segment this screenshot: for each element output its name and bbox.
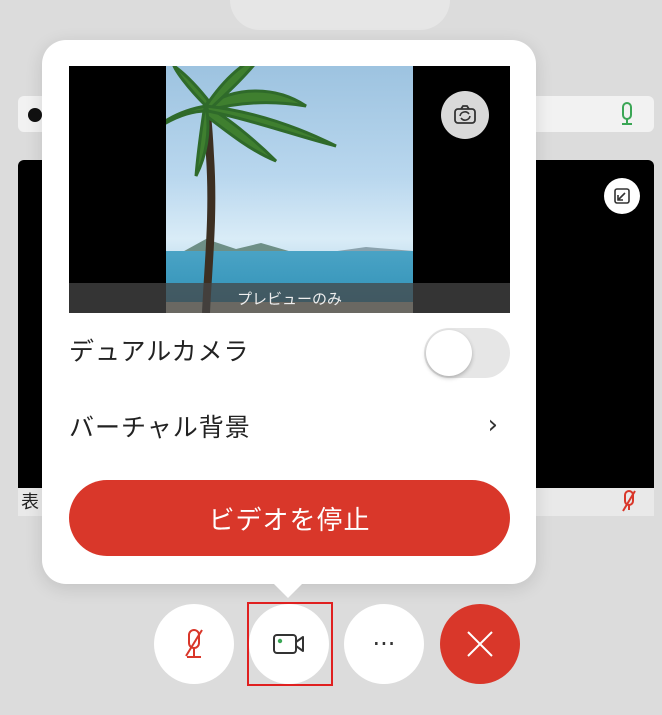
stop-video-button[interactable]: ビデオを停止	[69, 480, 510, 556]
dual-camera-row: デュアルカメラ	[69, 320, 510, 380]
expand-icon[interactable]	[604, 178, 640, 214]
more-button[interactable]: ···	[344, 604, 424, 684]
dual-camera-label: デュアルカメラ	[69, 337, 250, 366]
mic-muted-icon	[622, 490, 636, 512]
chevron-right-icon: ›	[487, 410, 498, 440]
mute-button[interactable]	[154, 604, 234, 684]
dual-camera-toggle[interactable]	[424, 328, 510, 378]
virtual-background-row[interactable]: バーチャル背景 ›	[69, 396, 510, 456]
preview-only-label: プレビューのみ	[69, 283, 510, 313]
resize-icon	[614, 188, 630, 204]
preview-image	[166, 66, 413, 313]
camera-preview: プレビューのみ	[69, 66, 510, 313]
toggle-knob	[426, 330, 472, 376]
switch-camera-button[interactable]	[441, 91, 489, 139]
switch-camera-icon	[454, 105, 476, 124]
participant-name: 表	[21, 492, 39, 513]
popover-tail	[272, 582, 304, 598]
highlight-box	[247, 602, 333, 686]
status-dot	[28, 108, 42, 122]
top-bubble	[230, 0, 450, 30]
more-icon: ···	[372, 630, 396, 658]
close-icon	[467, 631, 493, 657]
video-options-popover: プレビューのみ デュアルカメラ バーチャル背景 › ビデオを停止	[42, 40, 536, 584]
virtual-background-label: バーチャル背景	[69, 413, 251, 442]
mic-on-icon	[622, 102, 632, 125]
end-call-button[interactable]	[440, 604, 520, 684]
mic-muted-icon	[185, 629, 203, 658]
